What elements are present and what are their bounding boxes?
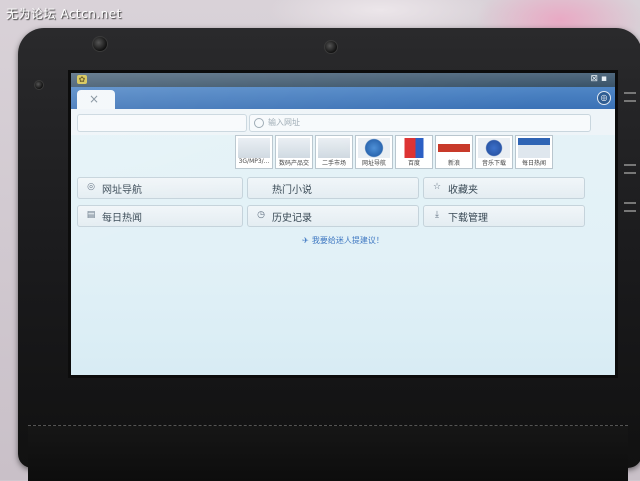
thumbnail-image [358, 138, 390, 158]
speed-dial-item[interactable]: 音乐下载 [475, 135, 513, 169]
download-icon: ⤓ [435, 210, 439, 220]
quick-link-label: 收藏夹 [448, 185, 478, 196]
speed-dial-label: 3G/MP3/... [238, 158, 270, 165]
quick-link-label: 网址导航 [102, 185, 142, 196]
speed-dial-item[interactable]: 新浪 [435, 135, 473, 169]
search-icon [254, 118, 264, 128]
quick-link-label: 热门小说 [272, 185, 312, 196]
search-placeholder: 输入网址 [268, 118, 300, 127]
close-tab-icon[interactable]: × [89, 90, 99, 109]
notification-icon: ✿ [77, 75, 87, 84]
status-bar: ✿ ⊠ ▪ [71, 73, 615, 87]
thumbnail-image [438, 138, 470, 158]
status-indicators: ⊠ ▪ [590, 74, 607, 84]
quick-link-nav[interactable]: ◎ 网址导航 [77, 177, 243, 199]
search-hardware-button[interactable] [624, 92, 636, 102]
news-icon: ▤ [86, 210, 96, 220]
quick-link-favorites[interactable]: ☆ 收藏夹 [423, 177, 585, 199]
book-icon [256, 182, 266, 192]
speed-dial-item[interactable]: 网址导航 [355, 135, 393, 169]
address-row: 输入网址 [71, 109, 615, 135]
speed-dial-item[interactable]: 百度 [395, 135, 433, 169]
speed-dial-label: 音乐下载 [481, 160, 506, 167]
search-input[interactable]: 输入网址 [249, 114, 591, 132]
speed-dial-label: 网址导航 [361, 160, 386, 167]
quick-link-label: 下载管理 [448, 213, 488, 224]
url-input[interactable] [77, 114, 247, 132]
feedback-link[interactable]: ✈ 我要给迷人提建议！ [71, 235, 615, 246]
watermark: 无为论坛 Actcn.net [6, 7, 122, 21]
speed-dial-label: 每日热闻 [521, 160, 546, 167]
history-icon: ◷ [257, 210, 265, 220]
thumbnail-image [478, 138, 510, 158]
speed-dial-item[interactable]: 数码产品交 [275, 135, 313, 169]
speed-dial-item[interactable]: 二手市场 [315, 135, 353, 169]
camera-icon [92, 36, 108, 52]
tabs-menu-icon[interactable]: ◎ [597, 91, 611, 105]
speed-dial-label: 数码产品交 [278, 160, 309, 167]
thumbnail-image [518, 138, 550, 158]
speed-dial-label: 新浪 [447, 160, 460, 167]
back-hardware-button[interactable] [624, 202, 636, 212]
quick-link-news[interactable]: ▤ 每日热闻 [77, 205, 243, 227]
quick-link-novels[interactable]: 热门小说 [247, 177, 419, 199]
thumbnail-image [318, 138, 350, 158]
light-sensor-icon [34, 80, 44, 90]
speed-dial-label: 二手市场 [321, 160, 346, 167]
thumbnail-image [278, 138, 310, 158]
thumbnail-image [398, 138, 430, 158]
globe-icon: ◎ [87, 182, 95, 192]
feedback-text: 我要给迷人提建议！ [311, 236, 384, 245]
quick-link-label: 历史记录 [272, 213, 312, 224]
tablet-case [28, 425, 628, 481]
speed-dial-label: 百度 [407, 160, 420, 167]
quick-link-history[interactable]: ◷ 历史记录 [247, 205, 419, 227]
quick-link-label: 每日热闻 [102, 213, 142, 224]
speed-dial-item[interactable]: 3G/MP3/... [235, 135, 273, 169]
tab-bar: × ◎ [71, 87, 615, 109]
browser-tab[interactable]: × [77, 90, 115, 109]
browser-screen: ✿ ⊠ ▪ × ◎ 输入网址 3G/MP3/... 数码产品交 二手市场 网址导 [68, 70, 618, 378]
star-icon: ☆ [432, 182, 442, 192]
quick-link-downloads[interactable]: ⤓ 下载管理 [423, 205, 585, 227]
speed-dial: 3G/MP3/... 数码产品交 二手市场 网址导航 百度 新浪 音乐下载 每日… [235, 135, 555, 169]
airplane-icon: ✈ [302, 236, 309, 245]
sensor-icon [324, 40, 338, 54]
speed-dial-item[interactable]: 每日热闻 [515, 135, 553, 169]
thumbnail-image [238, 138, 270, 158]
menu-hardware-button[interactable] [624, 164, 636, 174]
